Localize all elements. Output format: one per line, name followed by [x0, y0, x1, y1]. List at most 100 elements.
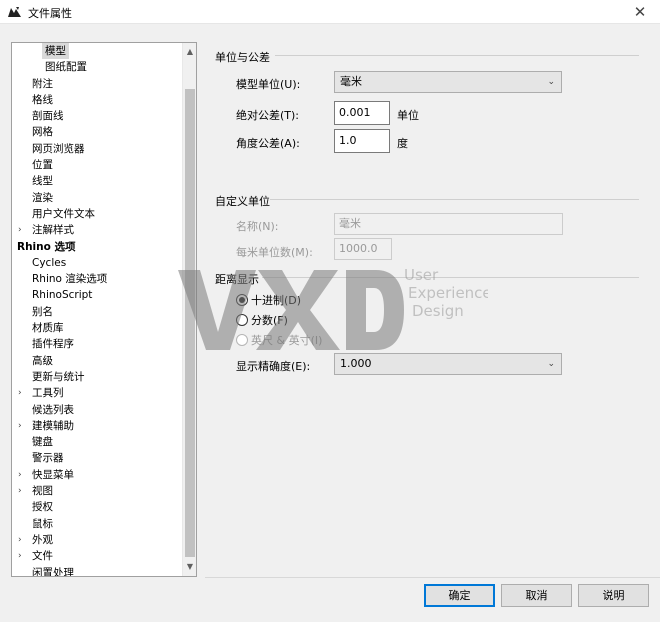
tree-item[interactable]: › 建模辅助: [12, 418, 182, 434]
cancel-button[interactable]: 取消: [501, 584, 572, 607]
distance-display-group-divider: [262, 277, 639, 278]
tree-item-label: 闲置处理: [32, 566, 74, 577]
chevron-right-icon[interactable]: ›: [18, 548, 22, 564]
abs-tolerance-unit: 单位: [397, 109, 419, 122]
tree-item-label: 格线: [32, 93, 53, 106]
tree-item-label: 工具列: [32, 387, 64, 400]
custom-name-input[interactable]: 毫米: [334, 213, 563, 235]
radio-feet-inches: 英尺 & 英寸(I): [236, 332, 322, 348]
tree-item[interactable]: 材质库: [12, 320, 182, 336]
tree-item-label: 视图: [32, 485, 53, 498]
tree-item[interactable]: 附注: [12, 76, 182, 92]
watermark-line-2: Experience: [408, 284, 488, 302]
tree-item[interactable]: Cycles: [12, 255, 182, 271]
tree-item[interactable]: 警示器: [12, 450, 182, 466]
close-button[interactable]: ✕: [620, 0, 660, 24]
tree-item-label: Cycles: [32, 256, 67, 269]
scroll-down-icon[interactable]: ▼: [183, 560, 196, 574]
per-meter-input[interactable]: 1000.0: [334, 238, 392, 260]
tree-item-label: RhinoScript: [32, 289, 93, 302]
angle-tolerance-input[interactable]: 1.0: [334, 129, 390, 153]
chevron-right-icon[interactable]: ›: [18, 467, 22, 483]
scroll-up-icon[interactable]: ▲: [183, 45, 196, 59]
tree-item-label: 别名: [32, 305, 53, 318]
tree-scrollbar[interactable]: ▲ ▼: [182, 43, 196, 576]
tree-item-label: 高级: [32, 354, 53, 367]
tree-item-label: 剖面线: [32, 110, 64, 123]
options-tree[interactable]: 模型图纸配置附注 格线剖面线 网格网页浏览器位置线型渲染用户文件文本 › 注解样式 Rhi…: [11, 42, 197, 577]
model-units-dropdown[interactable]: 毫米 ⌄: [334, 71, 562, 93]
tree-item[interactable]: RhinoScript: [12, 287, 182, 303]
tree-item-label: 注解样式: [32, 224, 74, 237]
tree-item-label: 候选列表: [32, 403, 74, 416]
abs-tolerance-input[interactable]: 0.001: [334, 101, 390, 125]
tree-item-label: 位置: [32, 159, 53, 172]
angle-tolerance-value: 1.0: [339, 134, 357, 147]
radio-fraction-button[interactable]: [236, 314, 248, 326]
per-meter-label: 每米单位数(M):: [236, 246, 313, 259]
tree-item[interactable]: 剖面线: [12, 108, 182, 124]
radio-fraction[interactable]: 分数(F): [236, 312, 288, 328]
precision-label: 显示精确度(E):: [236, 360, 311, 373]
units-group-divider: [275, 55, 639, 56]
model-units-value: 毫米: [340, 75, 362, 88]
tree-item[interactable]: Rhino 选项: [12, 239, 182, 255]
tree-item-label: 用户文件文本: [32, 207, 95, 220]
tree-item[interactable]: 键盘: [12, 434, 182, 450]
tree-item[interactable]: Rhino 渲染选项: [12, 271, 182, 287]
ok-button[interactable]: 确定: [424, 584, 495, 607]
tree-item-label: 更新与统计: [32, 370, 85, 383]
model-units-label: 模型单位(U):: [236, 78, 301, 91]
chevron-right-icon[interactable]: ›: [18, 483, 22, 499]
tree-item[interactable]: › 外观: [12, 532, 182, 548]
units-group-title: 单位与公差: [215, 51, 270, 64]
tree-item[interactable]: 更新与统计: [12, 369, 182, 385]
tree-item[interactable]: 高级: [12, 353, 182, 369]
radio-decimal[interactable]: 十进制(D): [236, 292, 301, 308]
tree-item[interactable]: 别名: [12, 304, 182, 320]
tree-item-label: 线型: [32, 175, 53, 188]
tree-item[interactable]: 模型: [12, 43, 182, 59]
tree-item-label: 渲染: [32, 191, 53, 204]
tree-item[interactable]: › 视图: [12, 483, 182, 499]
chevron-down-icon: ⌄: [547, 77, 555, 87]
precision-dropdown[interactable]: 1.000 ⌄: [334, 353, 562, 375]
tree-item-label: 网页浏览器: [32, 142, 85, 155]
chevron-right-icon[interactable]: ›: [18, 222, 22, 238]
tree-item[interactable]: › 工具列: [12, 385, 182, 401]
custom-name-value: 毫米: [339, 217, 361, 230]
tree-item[interactable]: 格线: [12, 92, 182, 108]
chevron-right-icon[interactable]: ›: [18, 418, 22, 434]
tree-item[interactable]: 用户文件文本: [12, 206, 182, 222]
help-button[interactable]: 说明: [578, 584, 649, 607]
tree-item[interactable]: 候选列表: [12, 402, 182, 418]
tree-item[interactable]: 位置: [12, 157, 182, 173]
tree-items: 模型图纸配置附注 格线剖面线 网格网页浏览器位置线型渲染用户文件文本 › 注解样式 Rhi…: [12, 43, 182, 577]
scroll-thumb[interactable]: [185, 89, 195, 557]
window-title: 文件属性: [28, 7, 72, 20]
tree-item[interactable]: 图纸配置: [12, 59, 182, 75]
tree-item[interactable]: 网页浏览器: [12, 141, 182, 157]
tree-item[interactable]: 授权: [12, 499, 182, 515]
tree-item[interactable]: 鼠标: [12, 516, 182, 532]
tree-item[interactable]: 插件程序: [12, 336, 182, 352]
tree-item-label: 图纸配置: [45, 61, 87, 74]
tree-item[interactable]: › 快显菜单: [12, 467, 182, 483]
watermark-line-3: Design: [412, 302, 464, 320]
tree-item-label: 模型: [42, 43, 69, 59]
tree-item[interactable]: 渲染: [12, 190, 182, 206]
chevron-right-icon[interactable]: ›: [18, 385, 22, 401]
radio-decimal-label: 十进制(D): [251, 294, 302, 307]
tree-item[interactable]: 闲置处理: [12, 565, 182, 577]
tree-item[interactable]: › 注解样式: [12, 222, 182, 238]
chevron-down-icon: ⌄: [547, 359, 555, 369]
tree-item-label: Rhino 渲染选项: [32, 273, 108, 286]
title-bar: 文件属性 ✕: [0, 0, 660, 24]
angle-tolerance-unit: 度: [397, 137, 408, 150]
tree-item[interactable]: 线型: [12, 173, 182, 189]
radio-feet-inches-label: 英尺 & 英寸(I): [251, 334, 323, 347]
tree-item[interactable]: › 文件: [12, 548, 182, 564]
radio-decimal-button[interactable]: [236, 294, 248, 306]
tree-item[interactable]: 网格: [12, 124, 182, 140]
chevron-right-icon[interactable]: ›: [18, 532, 22, 548]
